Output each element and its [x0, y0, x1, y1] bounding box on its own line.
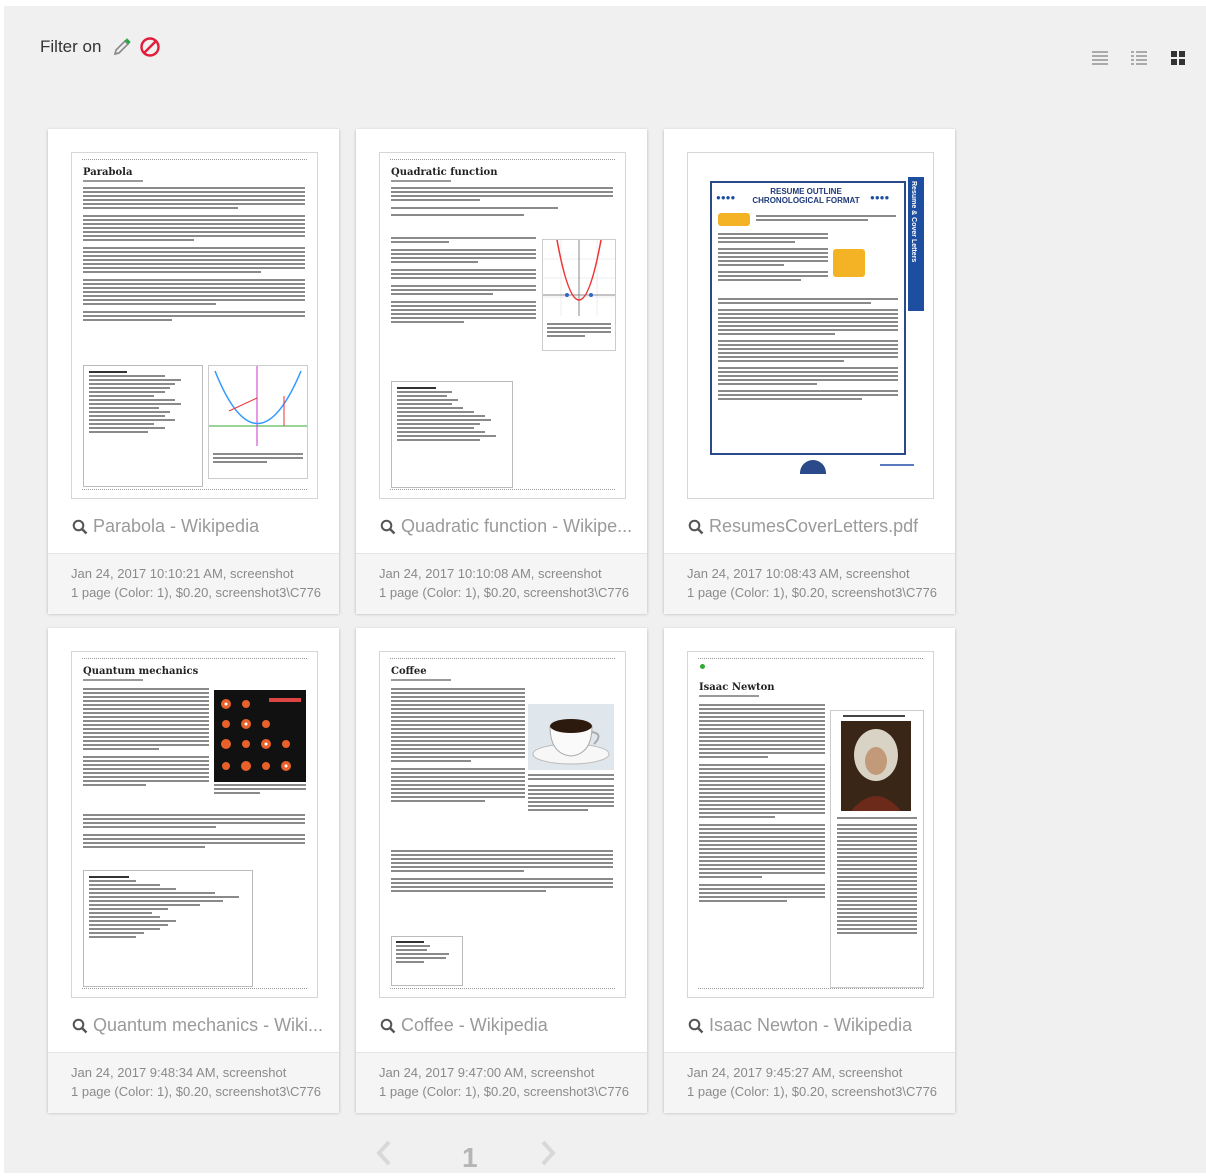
- resume-side-tab-label: Resume & Cover Letters: [910, 181, 917, 263]
- document-title-text: Quantum mechanics - Wiki...: [93, 1015, 324, 1035]
- document-card[interactable]: Coffee Coffee - Wikipedia Jan 24, 2017 9…: [356, 628, 647, 1113]
- previous-page-chevron-icon[interactable]: [376, 1140, 392, 1171]
- view-mode-switcher: [1090, 48, 1188, 68]
- filter-label: Filter on: [40, 37, 102, 56]
- orbitals-figure: [214, 690, 306, 782]
- search-icon: [72, 1018, 88, 1033]
- current-page-number[interactable]: 1: [462, 1142, 478, 1174]
- edit-filter-pencil-icon[interactable]: [111, 36, 133, 58]
- contents-box: [391, 936, 463, 986]
- coffee-photo: [528, 704, 614, 770]
- document-details: 1 page (Color: 1), $0.20, screenshot3\C7…: [379, 585, 629, 600]
- search-icon: [380, 1018, 396, 1033]
- thumbnail-doc-title: Isaac Newton: [699, 682, 775, 693]
- compact-list-view-icon[interactable]: [1090, 48, 1110, 68]
- document-date: Jan 24, 2017 10:10:21 AM, screenshot: [71, 566, 294, 581]
- document-thumbnail[interactable]: Coffee: [379, 651, 626, 998]
- pagination: 1: [374, 1136, 564, 1176]
- filter-bar: Filter on: [40, 36, 161, 58]
- document-date: Jan 24, 2017 10:08:43 AM, screenshot: [687, 566, 910, 581]
- document-title-text: Coffee - Wikipedia: [401, 1015, 548, 1035]
- document-title-text: Quadratic function - Wikipe...: [401, 516, 633, 536]
- document-date: Jan 24, 2017 9:45:27 AM, screenshot: [687, 1065, 903, 1080]
- search-icon: [688, 1018, 704, 1033]
- quadratic-figure: [542, 239, 616, 351]
- document-details: 1 page (Color: 1), $0.20, screenshot3\C7…: [687, 1084, 937, 1099]
- thumbnail-doc-title: Quadratic function: [391, 167, 498, 178]
- document-thumbnail[interactable]: Resume & Cover Letters ●●●● ●●●● RESUME …: [687, 152, 934, 499]
- document-meta: Jan 24, 2017 9:48:34 AM, screenshot 1 pa…: [48, 1052, 339, 1113]
- clear-filter-icon[interactable]: [139, 36, 161, 58]
- search-icon: [380, 519, 396, 534]
- document-meta: Jan 24, 2017 9:47:00 AM, screenshot 1 pa…: [356, 1052, 647, 1113]
- document-card[interactable]: Quadratic function Quadratic function - …: [356, 129, 647, 614]
- document-thumbnail[interactable]: Quantum mechanics: [71, 651, 318, 998]
- document-title[interactable]: Coffee - Wikipedia: [380, 1015, 635, 1036]
- thumbnail-doc-title: Quantum mechanics: [83, 666, 199, 677]
- resume-doc-title: RESUME OUTLINE CHRONOLOGICAL FORMAT: [752, 187, 860, 205]
- document-card[interactable]: Parabola Parabola - Wikipedia Jan 24, 20…: [48, 129, 339, 614]
- document-details: 1 page (Color: 1), $0.20, screenshot3\C7…: [379, 1084, 629, 1099]
- document-card[interactable]: Isaac Newton Isaac Newton - Wikipedia Ja…: [664, 628, 955, 1113]
- contents-box: [391, 381, 513, 488]
- document-title[interactable]: Isaac Newton - Wikipedia: [688, 1015, 943, 1036]
- main-panel: Filter on Parabola Parabola - Wikipedia …: [4, 6, 1206, 1173]
- thumbnail-doc-title: Parabola: [83, 167, 133, 178]
- document-title-text: ResumesCoverLetters.pdf: [709, 516, 919, 536]
- detail-list-view-icon[interactable]: [1129, 48, 1149, 68]
- document-thumbnail[interactable]: Isaac Newton: [687, 651, 934, 998]
- document-meta: Jan 24, 2017 10:10:08 AM, screenshot 1 p…: [356, 553, 647, 614]
- resume-logo: [800, 460, 826, 474]
- document-meta: Jan 24, 2017 9:45:27 AM, screenshot 1 pa…: [664, 1052, 955, 1113]
- search-icon: [688, 519, 704, 534]
- document-meta: Jan 24, 2017 10:08:43 AM, screenshot 1 p…: [664, 553, 955, 614]
- document-details: 1 page (Color: 1), $0.20, screenshot3\C7…: [71, 1084, 321, 1099]
- document-date: Jan 24, 2017 9:47:00 AM, screenshot: [379, 1065, 595, 1080]
- document-title[interactable]: Parabola - Wikipedia: [72, 516, 327, 537]
- document-title-text: Isaac Newton - Wikipedia: [709, 1015, 913, 1035]
- document-details: 1 page (Color: 1), $0.20, screenshot3\C7…: [71, 585, 321, 600]
- thumbnail-doc-title: Coffee: [391, 666, 427, 677]
- newton-portrait: [841, 721, 911, 811]
- document-card[interactable]: Resume & Cover Letters ●●●● ●●●● RESUME …: [664, 129, 955, 614]
- document-title[interactable]: Quantum mechanics - Wiki...: [72, 1015, 327, 1036]
- document-title-text: Parabola - Wikipedia: [93, 516, 260, 536]
- document-date: Jan 24, 2017 10:10:08 AM, screenshot: [379, 566, 602, 581]
- grid-view-icon[interactable]: [1168, 48, 1188, 68]
- search-icon: [72, 519, 88, 534]
- contents-box: [83, 870, 253, 987]
- document-details: 1 page (Color: 1), $0.20, screenshot3\C7…: [687, 585, 937, 600]
- document-thumbnail[interactable]: Quadratic function: [379, 152, 626, 499]
- document-thumbnail[interactable]: Parabola: [71, 152, 318, 499]
- document-title[interactable]: Quadratic function - Wikipe...: [380, 516, 635, 537]
- resume-side-tab: Resume & Cover Letters: [908, 177, 924, 311]
- contents-box: [83, 365, 203, 487]
- parabola-figure: [208, 365, 308, 479]
- infobox: [830, 710, 924, 988]
- document-date: Jan 24, 2017 9:48:34 AM, screenshot: [71, 1065, 287, 1080]
- document-title[interactable]: ResumesCoverLetters.pdf: [688, 516, 943, 537]
- document-meta: Jan 24, 2017 10:10:21 AM, screenshot 1 p…: [48, 553, 339, 614]
- next-page-chevron-icon[interactable]: [540, 1140, 556, 1171]
- document-card[interactable]: Quantum mechanics Quantum mechanics - Wi…: [48, 628, 339, 1113]
